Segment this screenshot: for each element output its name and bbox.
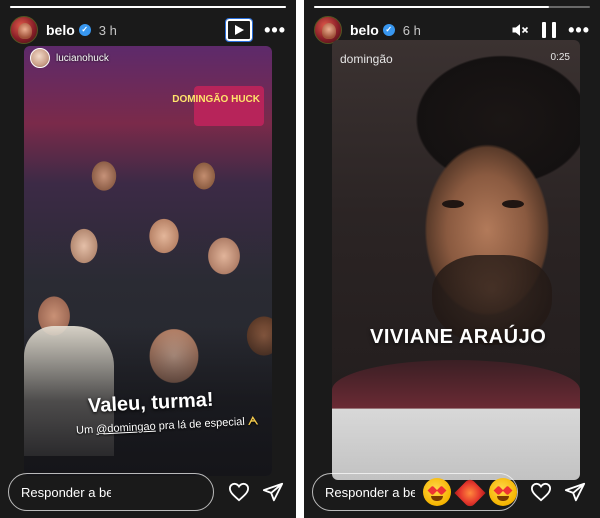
username[interactable]: belo (350, 22, 379, 38)
caption-prefix: Um (75, 423, 94, 437)
reply-box[interactable] (312, 473, 518, 511)
more-options-button[interactable]: ••• (568, 20, 590, 41)
share-button[interactable] (564, 481, 586, 503)
story-progress-fill (10, 6, 286, 8)
like-button[interactable] (228, 481, 250, 503)
story-progress-bar (314, 6, 590, 8)
story-footer (312, 472, 592, 512)
story-left: belo ✓ 3 h ••• DOMINGÃO HUCK lucianohuck… (0, 0, 296, 518)
more-options-button[interactable]: ••• (264, 20, 286, 41)
stage-sign (194, 86, 264, 126)
name-overlay: VIVIANE ARAÚJO (370, 326, 547, 348)
mute-icon (512, 24, 529, 36)
reply-input[interactable] (21, 484, 111, 500)
more-icon: ••• (568, 19, 590, 40)
time-ago: 6 h (402, 22, 421, 38)
story-video (332, 40, 580, 480)
reply-input[interactable] (325, 484, 415, 500)
send-icon (262, 482, 284, 502)
heart-outline-icon (530, 482, 552, 502)
story-progress-bar (10, 6, 286, 8)
mention-username: lucianohuck (56, 52, 109, 64)
quick-reactions (419, 478, 517, 506)
like-button[interactable] (530, 481, 552, 503)
mention-avatar (30, 48, 50, 68)
heart-on-fire-emoji[interactable] (455, 478, 485, 506)
more-icon: ••• (264, 19, 286, 40)
avatar[interactable] (10, 16, 38, 44)
heart-eyes-emoji[interactable] (423, 478, 451, 506)
story-header: belo ✓ 3 h ••• (10, 14, 286, 46)
reply-box[interactable] (8, 473, 214, 511)
mention-sticker[interactable]: lucianohuck (30, 48, 109, 68)
verified-badge-icon: ✓ (78, 24, 91, 36)
pause-icon (542, 22, 557, 38)
video-duration: 0:25 (550, 52, 570, 63)
story-right: belo ✓ 6 h ••• domingão 0:25 VIVIANE ARA… (304, 0, 600, 518)
heart-outline-icon (228, 482, 250, 502)
story-footer (8, 472, 288, 512)
send-icon (564, 482, 586, 502)
share-button[interactable] (262, 481, 284, 503)
play-icon (235, 25, 245, 35)
stage-sign-text: DOMINGÃO HUCK (172, 94, 260, 105)
username[interactable]: belo (46, 22, 75, 38)
mute-button[interactable] (510, 20, 530, 40)
verified-badge-icon: ✓ (382, 24, 395, 36)
pause-button[interactable] (542, 22, 557, 38)
time-ago: 3 h (98, 22, 117, 38)
play-button[interactable] (225, 18, 254, 42)
caption-emoji: ᗅ (247, 415, 259, 428)
caption-tag[interactable]: @domingao (96, 421, 156, 436)
photo-detail (442, 200, 464, 208)
heart-eyes-emoji[interactable] (489, 478, 517, 506)
channel-label: domingão (340, 52, 393, 66)
photo-detail (502, 200, 524, 208)
story-progress-fill (314, 6, 549, 8)
photo-detail (332, 360, 580, 480)
